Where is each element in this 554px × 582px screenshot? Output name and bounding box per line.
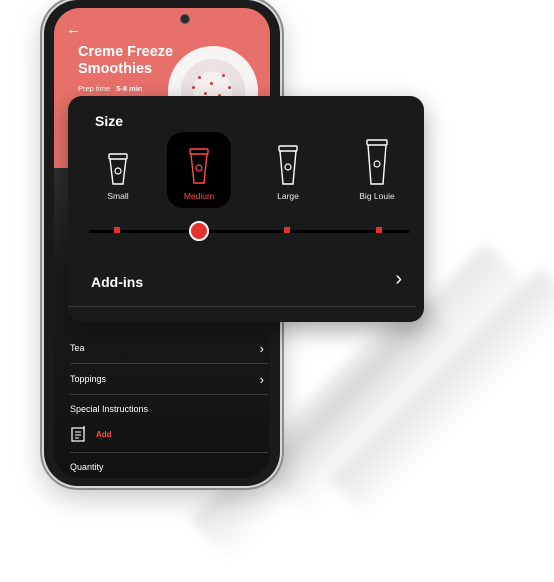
camera xyxy=(180,14,190,24)
sprinkle xyxy=(210,82,213,85)
sprinkle xyxy=(192,86,195,89)
list-item-label: Toppings xyxy=(70,374,107,384)
size-card: Size Small Medium Large Big Louie Add-in… xyxy=(68,96,424,322)
prep-time-label: Prep time xyxy=(78,84,111,93)
size-label: Big Louie xyxy=(359,191,395,201)
slider-tick[interactable] xyxy=(376,227,382,233)
prep-time-value: 5-8 min xyxy=(116,84,143,93)
slider-tick[interactable] xyxy=(284,227,290,233)
size-option-large[interactable]: Large xyxy=(256,132,320,208)
add-instructions-button[interactable]: Add xyxy=(96,430,112,439)
cup-large-icon xyxy=(278,145,298,185)
size-option-big-louie[interactable]: Big Louie xyxy=(345,132,409,208)
divider xyxy=(70,452,268,453)
notes-icon[interactable] xyxy=(70,425,88,448)
prep-time: Prep time 5-8 min xyxy=(78,84,142,93)
size-label: Large xyxy=(277,191,299,201)
sprinkle xyxy=(228,86,231,89)
list-item-tea[interactable]: Tea › xyxy=(70,333,268,364)
size-option-medium[interactable]: Medium xyxy=(167,132,231,208)
list-item-toppings[interactable]: Toppings › xyxy=(70,364,268,395)
special-instructions-label: Special Instructions xyxy=(70,404,149,414)
chevron-right-icon[interactable]: › xyxy=(395,268,402,291)
sprinkle xyxy=(204,92,207,95)
size-slider-handle[interactable] xyxy=(189,221,209,241)
cup-big-icon xyxy=(366,139,388,185)
chevron-right-icon: › xyxy=(259,372,264,387)
size-label: Small xyxy=(107,191,129,201)
size-title: Size xyxy=(95,113,124,129)
size-option-small[interactable]: Small xyxy=(86,132,150,208)
chevron-right-icon: › xyxy=(259,341,264,356)
cup-medium-icon xyxy=(189,148,209,184)
sprinkle xyxy=(222,74,225,77)
cup-small-icon xyxy=(108,153,128,185)
list-item-label: Tea xyxy=(70,343,85,353)
divider xyxy=(68,306,416,307)
back-arrow-icon[interactable]: ← xyxy=(66,22,81,37)
size-label: Medium xyxy=(183,191,215,201)
sprinkle xyxy=(198,76,201,79)
slider-tick[interactable] xyxy=(114,227,120,233)
addins-label[interactable]: Add-ins xyxy=(91,274,143,290)
quantity-label: Quantity xyxy=(70,462,104,472)
size-slider-track[interactable] xyxy=(89,230,409,233)
